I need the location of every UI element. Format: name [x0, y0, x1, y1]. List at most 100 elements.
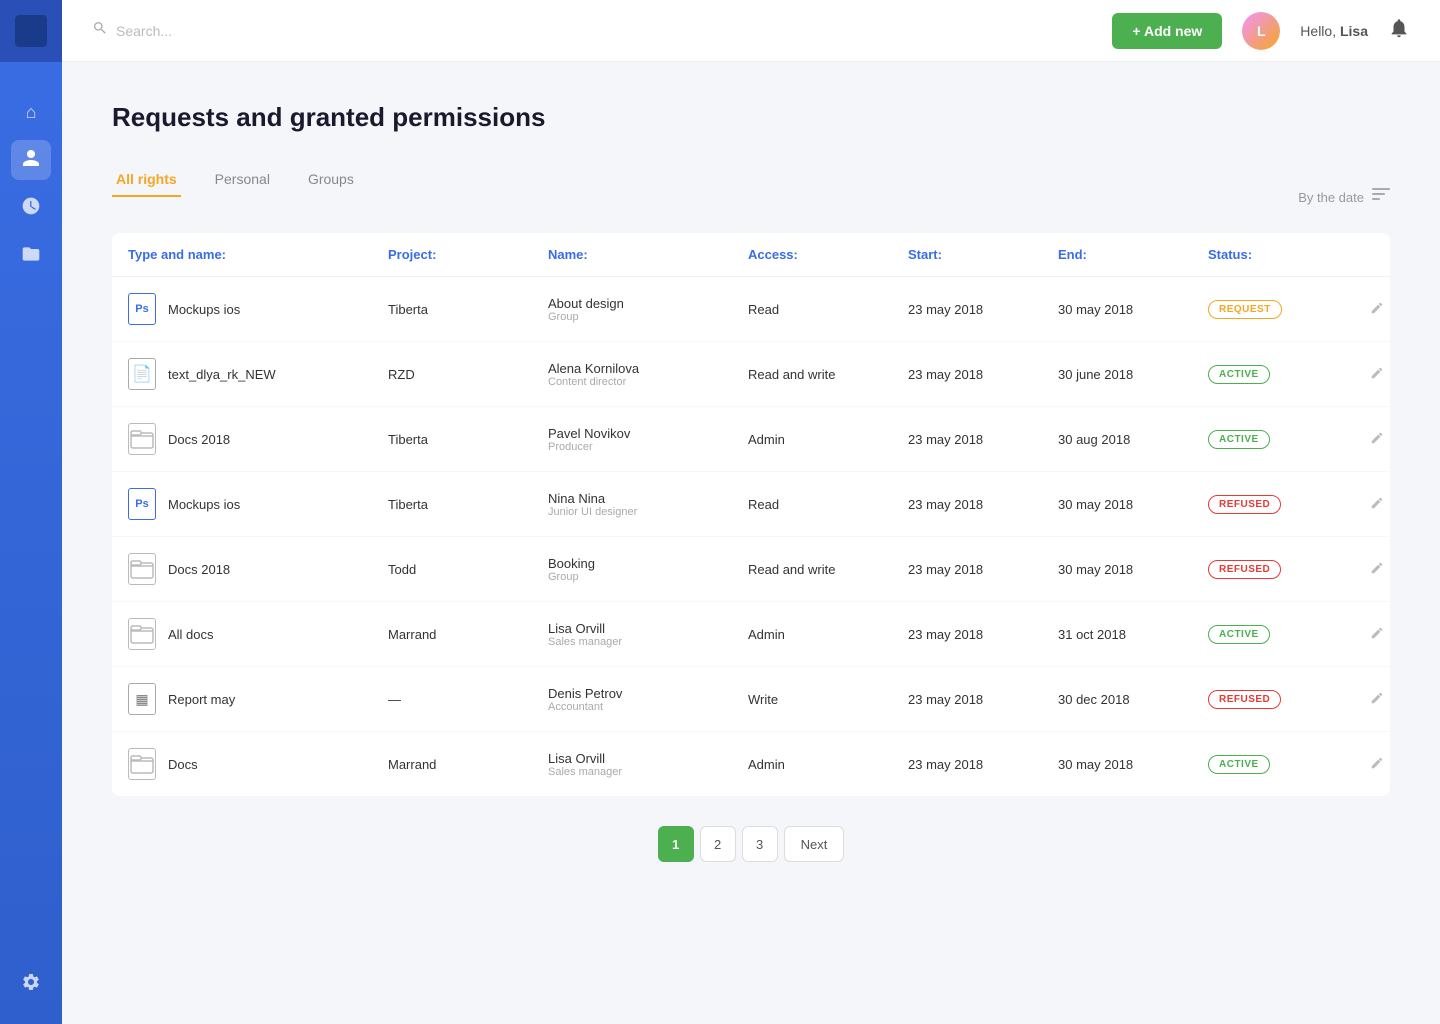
users-icon	[21, 148, 41, 173]
page-button-2[interactable]: 2	[700, 826, 736, 862]
person-role: Producer	[548, 441, 748, 453]
cell-end-date: 30 may 2018	[1058, 562, 1208, 577]
cell-project: Marrand	[388, 757, 548, 772]
person-name: Booking	[548, 556, 748, 571]
cell-status: REFUSED	[1208, 690, 1368, 709]
person-name: Lisa Orvill	[548, 751, 748, 766]
edit-button[interactable]	[1368, 364, 1386, 385]
cell-file-name: 📄 text_dlya_rk_NEW	[128, 358, 388, 390]
page-button-3[interactable]: 3	[742, 826, 778, 862]
edit-button[interactable]	[1368, 624, 1386, 645]
cell-actions: ×	[1368, 493, 1390, 515]
tab-personal[interactable]: Personal	[211, 163, 274, 197]
sidebar-item-users[interactable]	[11, 140, 51, 180]
person-role: Content director	[548, 376, 748, 388]
cell-status: REQUEST	[1208, 300, 1368, 319]
cell-start-date: 23 may 2018	[908, 562, 1058, 577]
file-icon-folder	[128, 423, 156, 455]
cell-file-name: ▦ Report may	[128, 683, 388, 715]
file-name-text: Mockups ios	[168, 497, 240, 512]
file-icon-table: ▦	[128, 683, 156, 715]
hello-username: Lisa	[1340, 23, 1368, 39]
avatar: L	[1242, 12, 1280, 50]
search-input[interactable]	[116, 23, 316, 39]
cell-file-name: All docs	[128, 618, 388, 650]
file-icon-ps: Ps	[128, 293, 156, 325]
sidebar-item-settings[interactable]	[11, 964, 51, 1004]
file-name-text: Docs 2018	[168, 562, 230, 577]
permissions-table: Type and name: Project: Name: Access: St…	[112, 233, 1390, 796]
sidebar-item-files[interactable]	[11, 236, 51, 276]
cell-status: ACTIVE	[1208, 625, 1368, 644]
person-role: Accountant	[548, 701, 748, 713]
file-name-text: Docs	[168, 757, 198, 772]
col-end: End:	[1058, 247, 1208, 262]
table-row: All docs Marrand Lisa Orvill Sales manag…	[112, 602, 1390, 667]
status-badge: ACTIVE	[1208, 430, 1270, 449]
edit-button[interactable]	[1368, 299, 1386, 320]
cell-person: Booking Group	[548, 556, 748, 583]
cell-actions: ×	[1368, 363, 1390, 385]
sidebar: ⌂	[0, 0, 62, 1024]
cell-status: ACTIVE	[1208, 430, 1368, 449]
cell-person: About design Group	[548, 296, 748, 323]
status-badge: ACTIVE	[1208, 365, 1270, 384]
sort-icon[interactable]	[1372, 188, 1390, 207]
person-role: Group	[548, 571, 748, 583]
col-name: Name:	[548, 247, 748, 262]
cell-project: —	[388, 692, 548, 707]
add-new-button[interactable]: + Add new	[1112, 13, 1222, 49]
main-area: + Add new L Hello, Lisa Requests and gra…	[62, 0, 1440, 1024]
cell-person: Lisa Orvill Sales manager	[548, 621, 748, 648]
edit-button[interactable]	[1368, 429, 1386, 450]
person-name: Denis Petrov	[548, 686, 748, 701]
tab-groups[interactable]: Groups	[304, 163, 358, 197]
cell-access: Admin	[748, 432, 908, 447]
pagination-next-button[interactable]: Next	[784, 826, 845, 862]
cell-file-name: Docs 2018	[128, 553, 388, 585]
file-name-text: text_dlya_rk_NEW	[168, 367, 276, 382]
edit-button[interactable]	[1368, 494, 1386, 515]
table-header: Type and name: Project: Name: Access: St…	[112, 233, 1390, 277]
cell-file-name: Docs 2018	[128, 423, 388, 455]
file-icon-ps: Ps	[128, 488, 156, 520]
edit-button[interactable]	[1368, 689, 1386, 710]
cell-start-date: 23 may 2018	[908, 692, 1058, 707]
person-name: Nina Nina	[548, 491, 748, 506]
edit-button[interactable]	[1368, 559, 1386, 580]
status-badge: ACTIVE	[1208, 625, 1270, 644]
cell-end-date: 30 june 2018	[1058, 367, 1208, 382]
cell-project: Tiberta	[388, 302, 548, 317]
cell-status: REFUSED	[1208, 495, 1368, 514]
pagination: 1 2 3 Next	[112, 826, 1390, 882]
cell-actions: ×	[1368, 623, 1390, 645]
search-area	[92, 20, 1112, 41]
cell-end-date: 30 dec 2018	[1058, 692, 1208, 707]
page-button-1[interactable]: 1	[658, 826, 694, 862]
cell-project: Tiberta	[388, 432, 548, 447]
sidebar-item-clock[interactable]	[11, 188, 51, 228]
notification-bell-icon[interactable]	[1388, 17, 1410, 45]
person-role: Group	[548, 311, 748, 323]
person-name: Alena Kornilova	[548, 361, 748, 376]
clock-icon	[21, 196, 41, 221]
cell-actions: ×	[1368, 753, 1390, 775]
status-badge: ACTIVE	[1208, 755, 1270, 774]
cell-access: Read and write	[748, 562, 908, 577]
cell-file-name: Docs	[128, 748, 388, 780]
cell-access: Read	[748, 497, 908, 512]
cell-start-date: 23 may 2018	[908, 367, 1058, 382]
cell-access: Admin	[748, 627, 908, 642]
file-icon-folder	[128, 618, 156, 650]
edit-button[interactable]	[1368, 754, 1386, 775]
file-name-text: All docs	[168, 627, 214, 642]
sidebar-item-home[interactable]: ⌂	[11, 92, 51, 132]
cell-project: RZD	[388, 367, 548, 382]
col-type-name: Type and name:	[128, 247, 388, 262]
status-badge: REQUEST	[1208, 300, 1282, 319]
person-role: Sales manager	[548, 766, 748, 778]
tab-all-rights[interactable]: All rights	[112, 163, 181, 197]
cell-project: Tiberta	[388, 497, 548, 512]
person-role: Sales manager	[548, 636, 748, 648]
file-name-text: Mockups ios	[168, 302, 240, 317]
